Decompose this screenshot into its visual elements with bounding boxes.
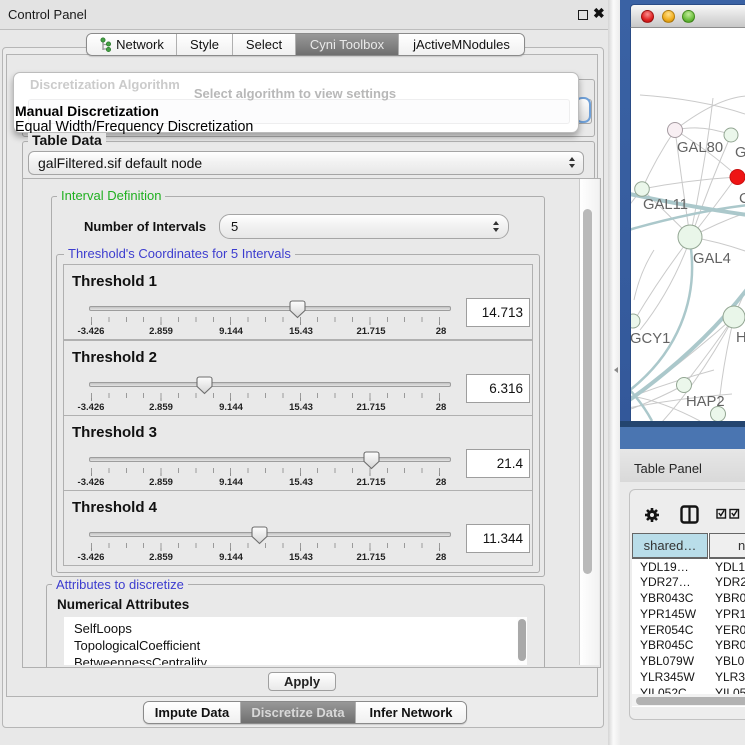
svg-text:H: H: [736, 330, 745, 346]
svg-text:HAP2: HAP2: [686, 394, 725, 410]
svg-text:GAL11: GAL11: [643, 197, 688, 213]
svg-text:GCY1: GCY1: [631, 331, 670, 347]
svg-text:GAL4: GAL4: [693, 251, 731, 267]
svg-text:GA: GA: [735, 145, 745, 161]
svg-text:GAL80: GAL80: [677, 140, 723, 156]
svg-text:C: C: [739, 191, 745, 207]
